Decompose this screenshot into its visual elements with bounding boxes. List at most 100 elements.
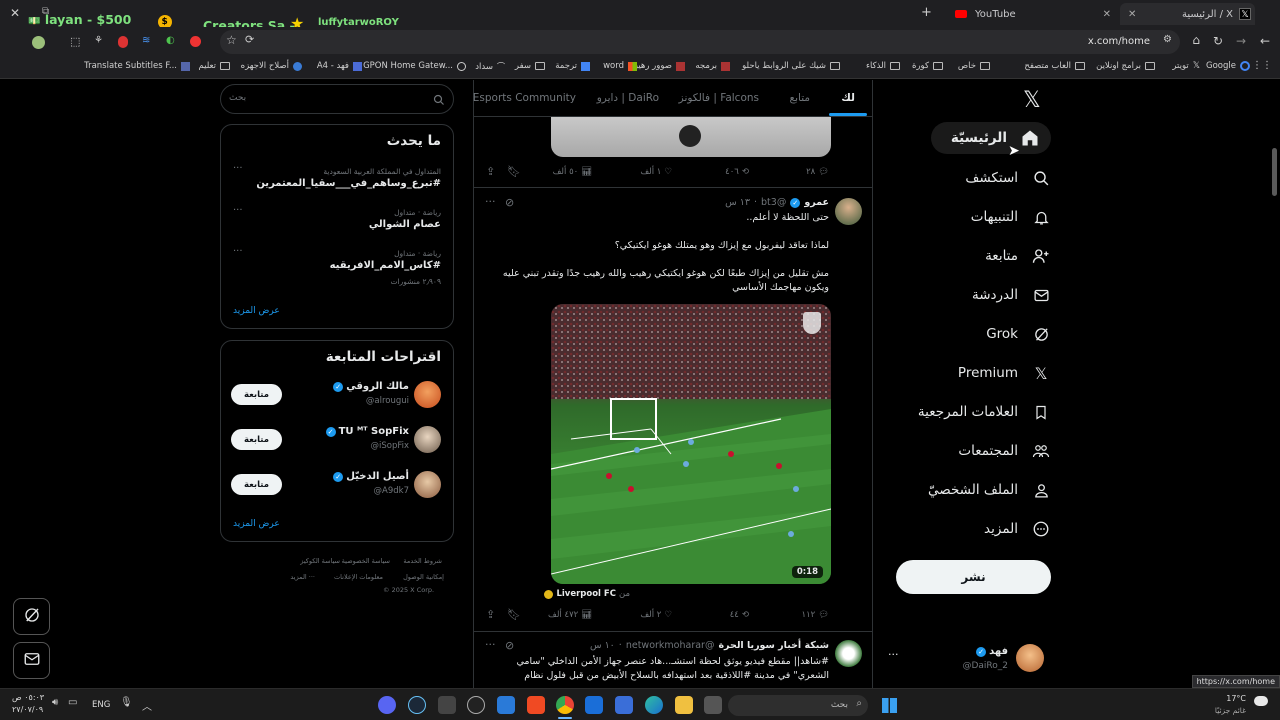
follow-button[interactable]: متابعة [231, 429, 282, 450]
suggestion-avatar[interactable] [414, 471, 441, 498]
trend-more-icon[interactable]: ··· [233, 205, 243, 216]
trend-more-icon[interactable]: ··· [233, 246, 243, 257]
nav-bookmarks[interactable]: العلامات المرجعية [918, 396, 1050, 428]
views-stat[interactable]: 📊︎ ٤٧٢ ألف [548, 610, 592, 620]
nav-premium[interactable]: 𝕏 Premium [958, 357, 1050, 389]
footer-terms-link[interactable]: شروط الخدمة [403, 557, 442, 565]
follow-button[interactable]: متابعة [231, 384, 282, 405]
grok-tweet-icon[interactable]: ⊘ [505, 639, 514, 652]
tab-falcons[interactable]: فالكونز | Falcons [679, 92, 759, 104]
search-box[interactable]: بحث [220, 84, 454, 114]
bookmark-browser-games[interactable]: العاب متصفح [1024, 61, 1085, 71]
reply-stat[interactable]: 💬︎ ١١٢ [802, 610, 830, 620]
suggestion-name[interactable]: TU ᴹᵀ SopFix ✓ [325, 426, 409, 437]
extension-green-icon[interactable]: ◐ [166, 35, 175, 46]
discord-icon[interactable] [378, 696, 396, 714]
bookmark-twitter[interactable]: 𝕏 تويتر [1172, 61, 1200, 71]
tweet-author-name[interactable]: شبكة أخبار سوريا الحرة [718, 640, 829, 651]
repost-stat[interactable]: ⟲ ٤٤ [730, 610, 749, 620]
tweet-time[interactable]: ١٣ س [725, 197, 750, 208]
taskbar-search[interactable]: بحث ⌕ [728, 695, 868, 716]
extension-refresh-icon[interactable]: ⟳ [245, 33, 254, 46]
repost-stat[interactable]: ⟲ ٤٠٦ [725, 167, 749, 177]
bookmark-ai[interactable]: الذكاء [866, 61, 900, 71]
bookmark-link-check[interactable]: شيك على الروابط ياحلو [742, 61, 840, 71]
views-stat[interactable]: 📊︎ ٥٠ ألف [553, 167, 592, 177]
nav-explore[interactable]: استكشف [965, 162, 1050, 194]
bookmark-private[interactable]: خاص [958, 61, 990, 71]
extension-wave-icon[interactable]: ≋ [142, 35, 150, 46]
suggestion-name[interactable]: مالك الروقي ✓ [333, 381, 409, 392]
close-window-icon[interactable]: ✕ [10, 6, 20, 20]
tab-following[interactable]: متابع [789, 92, 810, 104]
bookmark-travel[interactable]: سفر [515, 61, 545, 71]
bookmark-translate-subtitles[interactable]: Translate Subtitles F... [84, 61, 190, 71]
clock-time[interactable]: ٠٥:٠٣ ص [12, 693, 44, 702]
chrome-icon[interactable] [556, 696, 574, 714]
clock-date[interactable]: ٢٧/٠٧/٠٩ [12, 705, 43, 714]
account-more-icon[interactable]: ··· [888, 648, 899, 661]
grok-floating-button[interactable] [13, 598, 50, 635]
share-icon[interactable]: ⇪ [486, 165, 495, 178]
file-explorer-icon[interactable] [675, 696, 693, 714]
weather-icon[interactable] [1254, 696, 1268, 706]
forward-icon[interactable]: → [1236, 34, 1246, 48]
nav-grok[interactable]: Grok [986, 318, 1050, 350]
site-settings-icon[interactable]: ⚙ [1163, 34, 1172, 45]
edge-icon[interactable] [645, 696, 663, 714]
tweet-more-icon[interactable]: ··· [485, 195, 496, 208]
bookmark-online-apps[interactable]: برامج اونلاين [1096, 61, 1155, 71]
windows-start-icon[interactable] [882, 698, 897, 713]
tab-close-icon[interactable]: ✕ [1103, 9, 1111, 20]
bookmark-gpon[interactable]: GPON Home Gatew... [363, 61, 466, 71]
extension-red-icon[interactable] [118, 36, 128, 48]
nav-more[interactable]: المزيد [984, 513, 1050, 545]
steam-icon[interactable] [408, 696, 426, 714]
extension-game-icon[interactable]: ⚘ [94, 35, 103, 46]
show-more-link[interactable]: عرض المزيد [233, 306, 280, 316]
network-icon[interactable]: ▭ [68, 697, 77, 708]
nav-communities[interactable]: المجتمعات [958, 435, 1050, 467]
follow-button[interactable]: متابعة [231, 474, 282, 495]
volume-icon[interactable]: 🔊︎ [52, 697, 58, 708]
reload-icon[interactable]: ↻ [1213, 34, 1223, 48]
bookmark-word[interactable]: word [603, 61, 637, 71]
footer-privacy-link[interactable]: سياسة الخصوصية [342, 557, 390, 565]
suggestion-avatar[interactable] [414, 426, 441, 453]
video-source[interactable]: من Liverpool FC [544, 589, 630, 599]
nav-follow[interactable]: متابعة [985, 240, 1050, 272]
bookmark-star-icon[interactable]: ☆ [226, 33, 237, 47]
tweet-more-icon[interactable]: ··· [485, 638, 496, 651]
footer-cookies-link[interactable]: سياسة الكوكيز [300, 557, 340, 565]
tray-overflow-icon[interactable]: ︿ [142, 698, 152, 713]
tweet-author-handle[interactable]: @networkmoharar [626, 640, 715, 651]
footer-more-link[interactable]: ··· المزيد [290, 573, 315, 581]
nav-home[interactable]: الرئيسيّة [930, 122, 1051, 154]
bookmark-football[interactable]: كورة [912, 61, 943, 71]
like-stat[interactable]: ♡ ٢ ألف [640, 610, 672, 620]
nav-notifications[interactable]: التنبيهات [971, 201, 1050, 233]
chatgpt-icon[interactable] [467, 696, 485, 714]
tweet-video[interactable]: 0:18 [551, 304, 831, 584]
suggestion-name[interactable]: أصيل الدخيّل ✓ [333, 471, 409, 482]
microphone-icon[interactable]: 🎙︎ [120, 697, 133, 708]
extension-stop-icon[interactable] [190, 36, 201, 47]
footer-ads-link[interactable]: معلومات الإعلانات [334, 573, 383, 581]
share-icon[interactable]: ⇪ [486, 608, 495, 621]
like-stat[interactable]: ♡ ١ ألف [640, 167, 672, 177]
previous-post-media[interactable] [551, 117, 831, 157]
show-more-link[interactable]: عرض المزيد [233, 519, 280, 529]
tab-youtube[interactable]: YouTube ✕ [955, 3, 1115, 25]
store-icon[interactable] [615, 696, 633, 714]
home-browser-icon[interactable]: ⌂ [1192, 33, 1200, 47]
tweet-author-name[interactable]: عمرو [804, 197, 829, 208]
bookmark-fahad-a4[interactable]: فهد - A4 [317, 61, 362, 71]
post-button[interactable]: نشر [896, 560, 1051, 594]
back-icon[interactable]: ← [1260, 34, 1270, 48]
xbox-icon[interactable] [438, 696, 456, 714]
bookmark-sadad[interactable]: ⌒ سداد [475, 61, 505, 72]
suggestion-avatar[interactable] [414, 381, 441, 408]
bookmark-post-icon[interactable]: 🔖︎ [507, 165, 521, 178]
task-view-icon[interactable] [704, 696, 722, 714]
language-indicator[interactable]: ENG [92, 700, 110, 710]
